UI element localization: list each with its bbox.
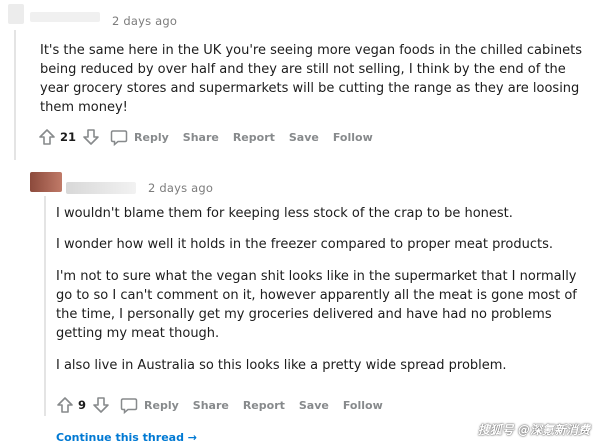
downvote-icon[interactable] [92, 396, 110, 414]
comment-paragraph: I also live in Australia so this looks l… [56, 358, 507, 373]
comment-timestamp: 2 days ago [112, 14, 178, 28]
upvote-icon[interactable] [56, 396, 74, 414]
save-button[interactable]: Save [289, 131, 319, 144]
comment-timestamp: 2 days ago [148, 181, 214, 195]
comment-paragraph: I'm not to sure what the vegan shit look… [56, 269, 577, 341]
vote-count: 21 [60, 130, 77, 144]
report-button[interactable]: Report [233, 131, 275, 144]
comment-bubble-icon [110, 129, 128, 146]
comment-actions: 21 Reply Share Report Save Follow [38, 128, 387, 146]
comment-bubble-icon [120, 397, 138, 414]
comment-paragraph: I wouldn't blame them for keeping less s… [56, 206, 513, 221]
reply-button[interactable]: Reply [110, 129, 169, 146]
avatar[interactable] [8, 4, 24, 24]
comment-paragraph: I wonder how well it holds in the freeze… [56, 237, 554, 252]
thread-line-outer[interactable] [14, 30, 16, 160]
reply-label: Reply [134, 130, 169, 144]
reply-label: Reply [144, 398, 179, 412]
comment-paragraph: It's the same here in the UK you're seei… [40, 43, 582, 115]
downvote-icon[interactable] [82, 128, 100, 146]
share-button[interactable]: Share [193, 399, 229, 412]
share-button[interactable]: Share [183, 131, 219, 144]
username-redacted[interactable] [66, 182, 136, 194]
report-button[interactable]: Report [243, 399, 285, 412]
watermark: 搜狐号 @深氪新消费 [477, 423, 590, 437]
username-redacted[interactable] [30, 12, 100, 22]
comment-body: I wouldn't blame them for keeping less s… [56, 204, 590, 375]
vote-count: 9 [78, 398, 87, 412]
continue-thread-link[interactable]: Continue this thread → [56, 431, 197, 444]
reply-button[interactable]: Reply [120, 397, 179, 414]
comment-body: It's the same here in the UK you're seei… [40, 41, 588, 117]
thread-line-reply[interactable] [44, 196, 46, 416]
save-button[interactable]: Save [299, 399, 329, 412]
avatar[interactable] [30, 172, 62, 192]
follow-button[interactable]: Follow [343, 399, 383, 412]
follow-button[interactable]: Follow [333, 131, 373, 144]
upvote-icon[interactable] [38, 128, 56, 146]
comment-actions: 9 Reply Share Report Save Follow [56, 396, 397, 414]
